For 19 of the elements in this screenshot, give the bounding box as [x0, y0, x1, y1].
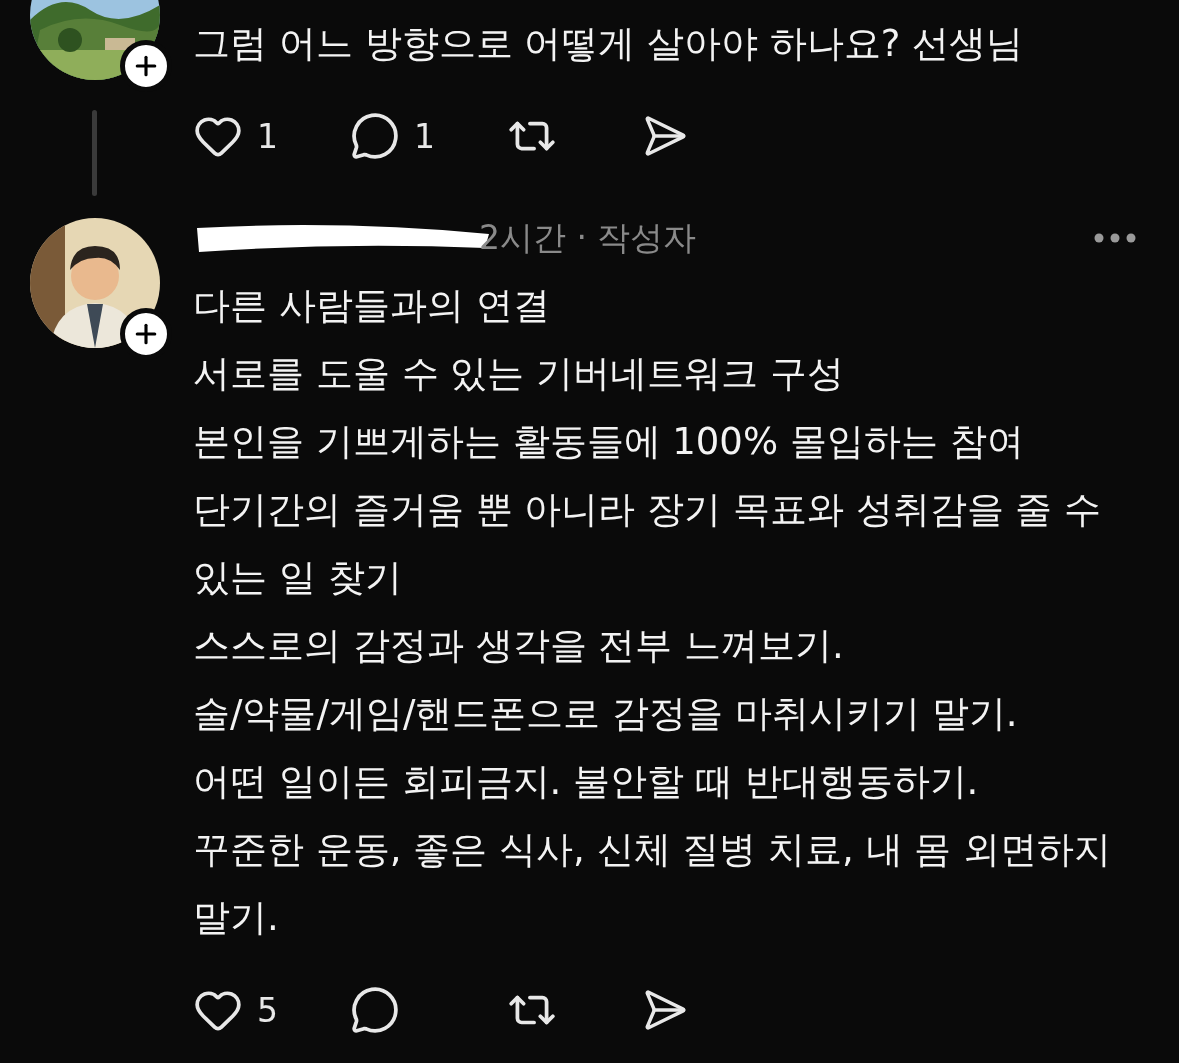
like-count: 5: [257, 990, 278, 1030]
post-text: 술/약물/게임/핸드폰으로 감정을 마취시키기 말기.: [193, 691, 1019, 737]
like-count: 1: [257, 116, 278, 156]
post-text: 꾸준한 운동, 좋은 식사, 신체 질병 치료, 내 몸 외면하지 말기.: [193, 827, 1113, 941]
more-icon[interactable]: [1093, 232, 1137, 244]
post-text: 단기간의 즐거움 뿐 아니라 장기 목표와 성취감을 줄 수 있는 일 찾기: [193, 487, 1103, 601]
comment-icon: [350, 985, 400, 1035]
post-meta: 2시간 · 작성자: [479, 216, 697, 259]
like-button[interactable]: 1: [193, 111, 350, 161]
post-text: 본인을 기쁘게하는 활동들에 100% 몰입하는 참여: [193, 419, 1025, 465]
comment-button[interactable]: 1: [350, 111, 507, 161]
comment-count: 1: [414, 116, 435, 156]
post-text: 그럼 어느 방향으로 어떻게 살아야 하나요? 선생님: [193, 21, 1025, 67]
post-text: 다른 사람들과의 연결: [193, 283, 551, 329]
post-text: 스스로의 감정과 생각을 전부 느껴보기.: [193, 623, 845, 669]
post-text: 어떤 일이든 회피금지. 불안할 때 반대행동하기.: [193, 759, 980, 805]
comment-icon: [350, 111, 400, 161]
post-text: 서로를 도울 수 있는 기버네트워크 구성: [193, 351, 845, 397]
like-button[interactable]: 5: [193, 985, 350, 1035]
